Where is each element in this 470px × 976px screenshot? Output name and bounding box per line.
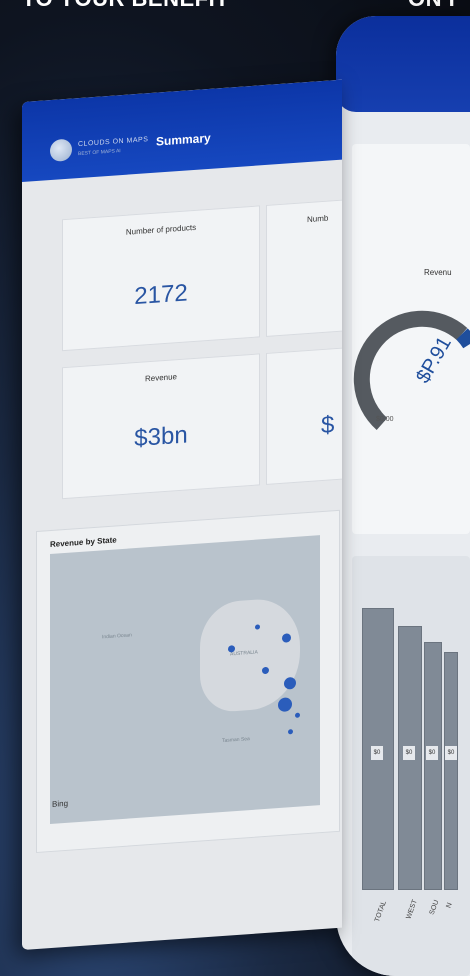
card-revenue-partial: $ (266, 347, 342, 485)
map-sea-label: Indian Ocean (102, 632, 132, 641)
bar-axis-2: WEST (405, 898, 419, 921)
bar-north (444, 652, 458, 890)
bars-card: $0 $0 $0 $0 TOTAL WEST SOU N (352, 556, 470, 976)
map-dot[interactable] (288, 729, 293, 735)
map-dot[interactable] (278, 697, 292, 713)
right-panel-header-bar (336, 16, 470, 112)
gauge-min-label: $0.00 (376, 416, 394, 423)
card-value: $3bn (134, 421, 188, 453)
summary-report-panel: CLOUDS ON MAPS BEST OF MAPS AI Summary N… (22, 79, 342, 951)
bar-label-3: $0 (426, 746, 438, 760)
bing-logo: Bing (52, 798, 69, 809)
right-report-panel: Revenu $0.00 $P.91 $0 $0 $0 $0 TOTAL WES… (336, 16, 470, 976)
map-sea-label: Tasman Sea (222, 736, 250, 745)
map-dot[interactable] (284, 676, 296, 690)
card-label: Numb (307, 213, 329, 225)
banner-left-text: TO YOUR BENEFIT (22, 0, 229, 12)
logo-subtext: BEST OF MAPS AI (78, 148, 121, 158)
logo-icon (50, 138, 72, 163)
card-label: Number of products (125, 222, 197, 237)
card-value: $ (321, 411, 335, 440)
gauge-chart (353, 310, 470, 430)
bar-south (424, 642, 442, 890)
banner-right-text: ON I (408, 0, 455, 12)
card-label: Revenue (144, 372, 178, 384)
card-revenue: Revenue $3bn (62, 353, 260, 500)
bar-label-1: $0 (371, 746, 383, 760)
report-title-bar: CLOUDS ON MAPS BEST OF MAPS AI Summary (22, 79, 342, 182)
card-number-of-products: Number of products 2172 (62, 205, 260, 352)
map-dot[interactable] (295, 712, 300, 718)
logo-text: CLOUDS ON MAPS (78, 136, 149, 149)
bar-axis-4: N (445, 901, 454, 910)
gauge-title: Revenu (424, 268, 452, 277)
bar-label-4: $0 (445, 746, 457, 760)
card-value: 2172 (134, 279, 188, 311)
gauge-card: Revenu $0.00 $P.91 (352, 144, 470, 534)
bar-axis-3: SOU (428, 899, 441, 916)
page-title: Summary (156, 130, 211, 149)
map-area[interactable]: AUSTRALIA Indian Ocean Tasman Sea (50, 535, 320, 825)
bar-axis-1: TOTAL (373, 900, 388, 923)
bar-label-2: $0 (403, 746, 415, 760)
card-number-partial: Numb (266, 199, 342, 337)
